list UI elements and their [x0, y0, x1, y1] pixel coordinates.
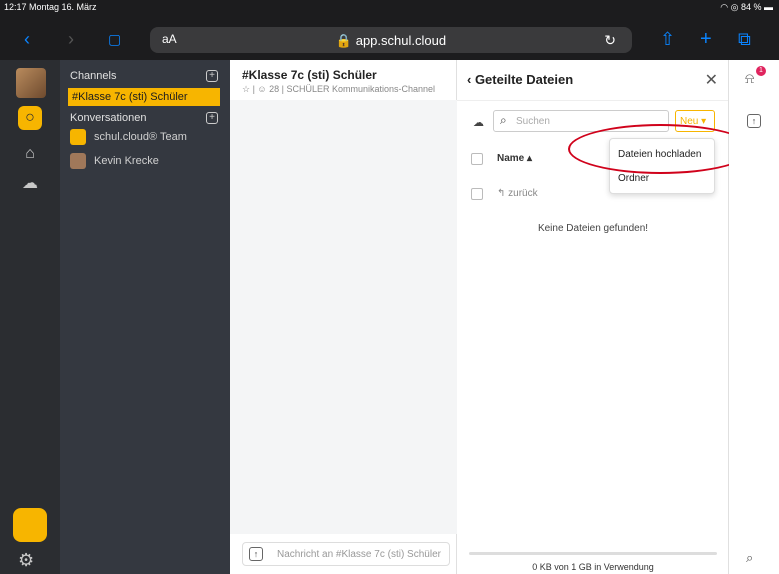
- sidebar-item-active-channel[interactable]: #Klasse 7c (sti) Schüler: [68, 88, 220, 106]
- divider: [457, 100, 728, 101]
- select-all-checkbox[interactable]: [471, 153, 483, 165]
- storage-usage-bar: [469, 552, 717, 555]
- upload-icon[interactable]: ↑: [747, 114, 761, 128]
- channel-subtitle: ☆ | ☺ 28 | SCHÜLER Kommunikations-Channe…: [242, 84, 436, 94]
- folder-menu-item[interactable]: Ordner: [618, 173, 649, 184]
- browser-toolbar: ‹ › ▢ 🔒 app.schul.cloud ↻ aA ⇧ + ⧉: [0, 14, 779, 60]
- channel-title: #Klasse 7c (sti) Schüler: [242, 68, 377, 82]
- channel-sidebar: Channels + #Klasse 7c (sti) Schüler Konv…: [60, 60, 230, 574]
- share-icon[interactable]: ⇧: [660, 30, 675, 48]
- forward-icon[interactable]: ›: [68, 30, 74, 48]
- schul-cloud-logo[interactable]: [13, 508, 47, 542]
- bookmarks-icon[interactable]: ▢: [108, 30, 121, 48]
- search-icon: ⌕: [500, 113, 507, 127]
- chat-icon[interactable]: ○: [18, 106, 42, 130]
- back-icon[interactable]: ‹: [24, 30, 30, 48]
- notification-bell-icon[interactable]: ⍾: [745, 70, 754, 87]
- settings-gear-icon[interactable]: ⚙: [18, 550, 34, 571]
- add-conversation-icon[interactable]: +: [206, 112, 218, 124]
- back-link[interactable]: ↰ zurück: [497, 188, 538, 199]
- sidebar-item-schul-cloud-team[interactable]: schul.cloud® Team: [70, 128, 187, 146]
- url-text: 🔒 app.schul.cloud: [335, 33, 447, 48]
- right-rail: ⍾ 1 ↑ ⌕: [729, 60, 779, 574]
- conversations-heading: Konversationen: [70, 112, 147, 124]
- message-input[interactable]: ↑ Nachricht an #Klasse 7c (sti) Schüler: [242, 542, 450, 566]
- empty-state-text: Keine Dateien gefunden!: [537, 223, 649, 234]
- close-icon[interactable]: ✕: [705, 70, 718, 90]
- team-avatar: [70, 129, 86, 145]
- search-input[interactable]: ⌕ Suchen: [493, 110, 669, 132]
- channel-view: #Klasse 7c (sti) Schüler ☆ | ☺ 28 | SCHÜ…: [230, 60, 457, 574]
- search-placeholder: Suchen: [516, 116, 550, 127]
- user-avatar[interactable]: [16, 68, 46, 98]
- notification-badge: 1: [756, 66, 766, 76]
- app-rail: ○ ⌂ ☁ ⚙: [0, 60, 60, 574]
- add-channel-icon[interactable]: +: [206, 70, 218, 82]
- sidebar-item-label: Kevin Krecke: [94, 155, 159, 167]
- cloud-storage-icon[interactable]: ☁: [473, 116, 484, 129]
- search-icon[interactable]: ⌕: [746, 550, 753, 566]
- address-bar[interactable]: 🔒 app.schul.cloud ↻: [150, 27, 632, 53]
- tabs-icon[interactable]: ⧉: [738, 30, 751, 48]
- attach-upload-icon[interactable]: ↑: [249, 547, 263, 561]
- status-bar: 12:17 Montag 16. März ◠ ◎ 84 % ▬: [0, 0, 779, 14]
- new-tab-icon[interactable]: +: [700, 29, 712, 49]
- name-column-header[interactable]: Name ▴: [497, 153, 532, 164]
- row-checkbox[interactable]: [471, 188, 483, 200]
- channels-heading: Channels: [70, 70, 117, 82]
- status-time: 12:17 Montag 16. März: [4, 2, 97, 12]
- message-placeholder: Nachricht an #Klasse 7c (sti) Schüler: [277, 549, 441, 560]
- new-button[interactable]: Neu ▾: [675, 110, 715, 132]
- reader-aa-button[interactable]: aA: [162, 32, 177, 46]
- storage-usage-text: 0 KB von 1 GB in Verwendung: [532, 562, 654, 572]
- status-indicators: ◠ ◎ 84 % ▬: [720, 2, 773, 12]
- kevin-avatar: [70, 153, 86, 169]
- cloud-icon[interactable]: ☁: [18, 172, 42, 196]
- message-area: [230, 100, 457, 534]
- contacts-icon[interactable]: ⌂: [18, 142, 42, 166]
- shared-files-title[interactable]: ‹ Geteilte Dateien: [467, 72, 573, 87]
- sidebar-item-kevin-krecke[interactable]: Kevin Krecke: [70, 152, 159, 170]
- new-dropdown-menu: Dateien hochladen Ordner: [609, 138, 715, 194]
- sidebar-item-label: schul.cloud® Team: [94, 131, 187, 143]
- reload-icon[interactable]: ↻: [604, 32, 616, 49]
- upload-files-menu-item[interactable]: Dateien hochladen: [618, 149, 701, 160]
